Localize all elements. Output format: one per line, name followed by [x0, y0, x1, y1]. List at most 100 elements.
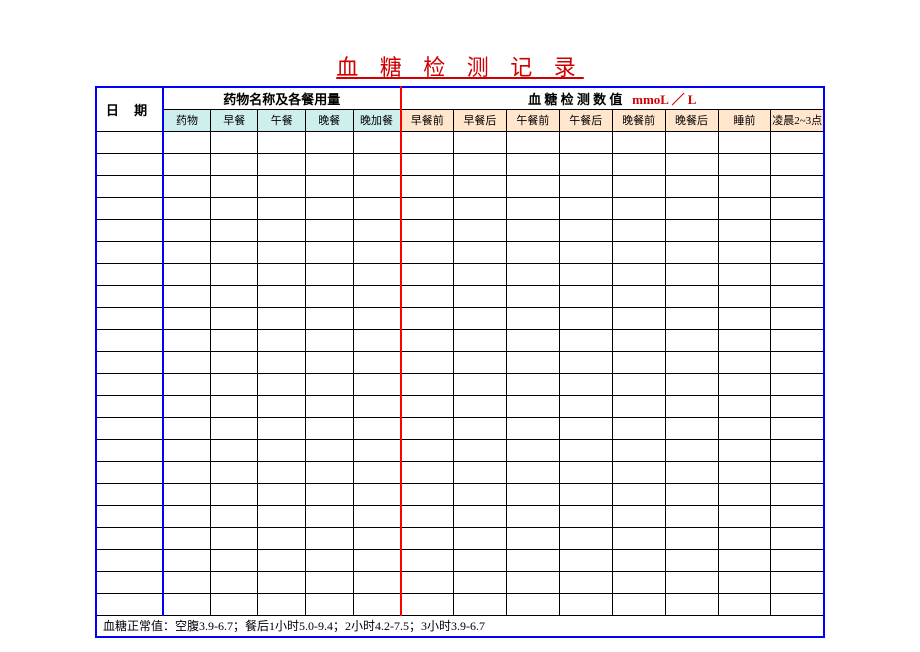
table-cell — [771, 505, 824, 527]
table-cell — [163, 549, 211, 571]
table-cell — [401, 241, 454, 263]
table-cell — [771, 439, 824, 461]
table-cell — [96, 241, 163, 263]
table-cell — [306, 153, 354, 175]
table-cell — [612, 241, 665, 263]
table-cell — [96, 219, 163, 241]
table-cell — [401, 593, 454, 615]
table-cell — [163, 153, 211, 175]
table-cell — [453, 219, 506, 241]
table-cell — [306, 571, 354, 593]
table-cell — [559, 527, 612, 549]
table-cell — [163, 285, 211, 307]
table-cell — [306, 219, 354, 241]
table-cell — [353, 593, 401, 615]
table-cell — [258, 153, 306, 175]
table-cell — [453, 197, 506, 219]
table-cell — [163, 197, 211, 219]
table-cell — [718, 549, 771, 571]
header-date: 日 期 — [96, 87, 163, 131]
table-cell — [559, 483, 612, 505]
table-cell — [453, 395, 506, 417]
table-cell — [96, 373, 163, 395]
table-cell — [559, 593, 612, 615]
table-cell — [718, 461, 771, 483]
table-cell — [163, 527, 211, 549]
table-cell — [401, 153, 454, 175]
table-cell — [612, 505, 665, 527]
subheader-blood-6: 晚餐后 — [665, 109, 718, 131]
table-row — [96, 197, 824, 219]
table-cell — [665, 483, 718, 505]
table-cell — [559, 439, 612, 461]
table-cell — [612, 263, 665, 285]
table-cell — [718, 241, 771, 263]
table-row — [96, 395, 824, 417]
table-row — [96, 527, 824, 549]
table-row — [96, 549, 824, 571]
table-cell — [401, 461, 454, 483]
table-cell — [306, 351, 354, 373]
table-cell — [96, 461, 163, 483]
table-cell — [401, 395, 454, 417]
table-cell — [453, 571, 506, 593]
table-cell — [96, 593, 163, 615]
table-cell — [771, 241, 824, 263]
table-cell — [401, 351, 454, 373]
table-cell — [612, 219, 665, 241]
table-cell — [453, 351, 506, 373]
footer-note: 血糖正常值：空腹3.9-6.7；餐后1小时5.0-9.4；2小时4.2-7.5；… — [96, 615, 824, 637]
table-row — [96, 241, 824, 263]
table-cell — [210, 461, 258, 483]
table-cell — [306, 593, 354, 615]
table-row — [96, 153, 824, 175]
header-blood-prefix: 血 糖 检 测 数 值 — [528, 92, 622, 107]
table-cell — [306, 241, 354, 263]
table-cell — [306, 329, 354, 351]
subheader-med-2: 早餐 — [210, 109, 258, 131]
table-cell — [210, 439, 258, 461]
table-cell — [718, 593, 771, 615]
table-cell — [258, 131, 306, 153]
table-cell — [506, 131, 559, 153]
table-cell — [258, 241, 306, 263]
table-row — [96, 439, 824, 461]
table-cell — [96, 307, 163, 329]
table-cell — [96, 395, 163, 417]
table-cell — [401, 417, 454, 439]
table-cell — [665, 329, 718, 351]
table-cell — [306, 285, 354, 307]
table-cell — [453, 329, 506, 351]
table-cell — [559, 197, 612, 219]
table-cell — [210, 307, 258, 329]
table-row — [96, 329, 824, 351]
table-cell — [353, 175, 401, 197]
table-cell — [210, 483, 258, 505]
table-cell — [163, 593, 211, 615]
table-cell — [612, 175, 665, 197]
subheader-blood-3: 午餐前 — [506, 109, 559, 131]
table-cell — [258, 307, 306, 329]
table-cell — [353, 373, 401, 395]
table-cell — [258, 549, 306, 571]
table-cell — [771, 395, 824, 417]
table-cell — [96, 131, 163, 153]
table-cell — [771, 417, 824, 439]
table-cell — [771, 527, 824, 549]
table-cell — [306, 395, 354, 417]
table-cell — [163, 461, 211, 483]
table-cell — [401, 373, 454, 395]
table-cell — [401, 307, 454, 329]
table-cell — [258, 395, 306, 417]
table-cell — [665, 219, 718, 241]
table-cell — [353, 263, 401, 285]
table-cell — [353, 131, 401, 153]
table-cell — [718, 417, 771, 439]
table-cell — [559, 241, 612, 263]
table-cell — [612, 285, 665, 307]
table-cell — [559, 395, 612, 417]
table-cell — [353, 285, 401, 307]
table-cell — [453, 153, 506, 175]
table-cell — [612, 197, 665, 219]
table-cell — [163, 483, 211, 505]
